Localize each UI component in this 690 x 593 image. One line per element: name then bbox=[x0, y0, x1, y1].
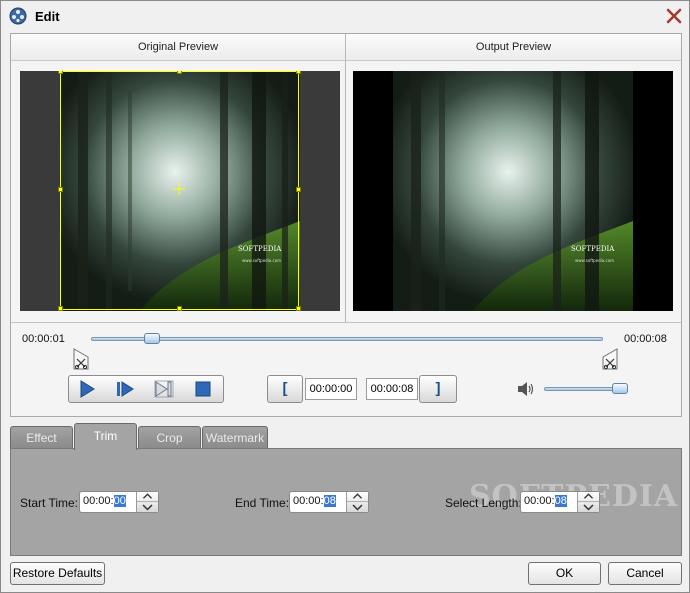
forest-image-output: SOFTPEDIA www.softpedia.com bbox=[393, 71, 633, 311]
start-time-down-icon[interactable] bbox=[137, 502, 158, 512]
select-length-down-icon[interactable] bbox=[578, 502, 599, 512]
timeline-thumb[interactable] bbox=[144, 333, 161, 344]
play-icon[interactable] bbox=[77, 380, 97, 398]
start-time-up-icon[interactable] bbox=[137, 492, 158, 502]
crop-handle-top-right[interactable] bbox=[296, 71, 301, 74]
crop-handle-right[interactable] bbox=[296, 187, 301, 192]
tab-trim[interactable]: Trim bbox=[74, 423, 137, 450]
start-time-selected: 00 bbox=[113, 495, 126, 507]
crop-handle-top[interactable] bbox=[177, 71, 182, 74]
range-start-time: 00:00:00 bbox=[305, 378, 357, 400]
preview-area: Original Preview Output Preview SOFTPEDI… bbox=[10, 33, 682, 417]
tab-watermark[interactable]: Watermark bbox=[202, 426, 268, 449]
select-length-label: Select Length: bbox=[445, 496, 522, 510]
timeline-end-time: 00:00:08 bbox=[624, 333, 667, 345]
start-time-prefix: 00:00: bbox=[83, 495, 114, 507]
tab-crop[interactable]: Crop bbox=[138, 426, 201, 449]
select-length-up-icon[interactable] bbox=[578, 492, 599, 502]
close-icon[interactable] bbox=[665, 7, 683, 25]
ok-button[interactable]: OK bbox=[528, 562, 601, 585]
end-time-down-icon[interactable] bbox=[347, 502, 368, 512]
speaker-icon[interactable] bbox=[516, 381, 534, 397]
start-time-label: Start Time: bbox=[20, 496, 79, 510]
select-length-field[interactable]: 00:00:08 bbox=[520, 491, 600, 513]
trim-end-marker-icon[interactable] bbox=[602, 348, 618, 370]
playback-controls bbox=[68, 375, 224, 403]
controls-divider bbox=[11, 322, 681, 323]
start-time-field[interactable]: 00:00:00 bbox=[79, 491, 159, 513]
output-video: SOFTPEDIA www.softpedia.com bbox=[353, 71, 673, 311]
video-watermark-url: www.softpedia.com bbox=[242, 258, 281, 263]
restore-defaults-button[interactable]: Restore Defaults bbox=[10, 562, 105, 585]
trim-start-marker-icon[interactable] bbox=[73, 348, 89, 370]
window-title: Edit bbox=[35, 9, 60, 24]
stop-icon[interactable] bbox=[193, 380, 213, 398]
cancel-button[interactable]: Cancel bbox=[608, 562, 682, 585]
crop-handle-bottom-left[interactable] bbox=[58, 306, 63, 311]
video-watermark-text: SOFTPEDIA bbox=[238, 245, 282, 253]
output-watermark-text: SOFTPEDIA bbox=[571, 245, 615, 253]
timeline-start-time: 00:00:01 bbox=[22, 333, 65, 345]
end-time-prefix: 00:00: bbox=[293, 495, 324, 507]
set-start-bracket-button[interactable]: [ bbox=[267, 375, 303, 403]
original-video[interactable]: SOFTPEDIA www.softpedia.com bbox=[20, 71, 340, 311]
forest-image: SOFTPEDIA www.softpedia.com bbox=[60, 71, 300, 311]
timeline-track[interactable] bbox=[91, 337, 603, 341]
set-end-bracket-button[interactable]: ] bbox=[419, 375, 457, 403]
crop-handle-bottom[interactable] bbox=[177, 306, 182, 311]
step-forward-icon[interactable] bbox=[115, 380, 135, 398]
end-time-label: End Time: bbox=[235, 496, 290, 510]
tab-effect[interactable]: Effect bbox=[10, 426, 73, 449]
next-frame-icon[interactable] bbox=[154, 380, 174, 398]
original-preview-header: Original Preview bbox=[11, 34, 345, 61]
select-length-prefix: 00:00: bbox=[524, 495, 555, 507]
volume-thumb[interactable] bbox=[611, 383, 628, 394]
crop-handle-top-left[interactable] bbox=[58, 71, 63, 74]
edit-dialog: Edit Original Preview Output Preview SOF… bbox=[0, 0, 690, 593]
crop-handle-bottom-right[interactable] bbox=[296, 306, 301, 311]
film-reel-icon bbox=[9, 7, 27, 25]
range-end-time: 00:00:08 bbox=[366, 378, 418, 400]
title-bar[interactable]: Edit bbox=[1, 1, 689, 32]
crop-handle-left[interactable] bbox=[58, 187, 63, 192]
output-watermark-url: www.softpedia.com bbox=[575, 258, 614, 263]
select-length-selected: 08 bbox=[554, 495, 567, 507]
output-preview-header: Output Preview bbox=[346, 34, 681, 61]
end-time-up-icon[interactable] bbox=[347, 492, 368, 502]
pane-divider bbox=[345, 34, 346, 322]
end-time-selected: 08 bbox=[323, 495, 336, 507]
end-time-field[interactable]: 00:00:08 bbox=[289, 491, 369, 513]
